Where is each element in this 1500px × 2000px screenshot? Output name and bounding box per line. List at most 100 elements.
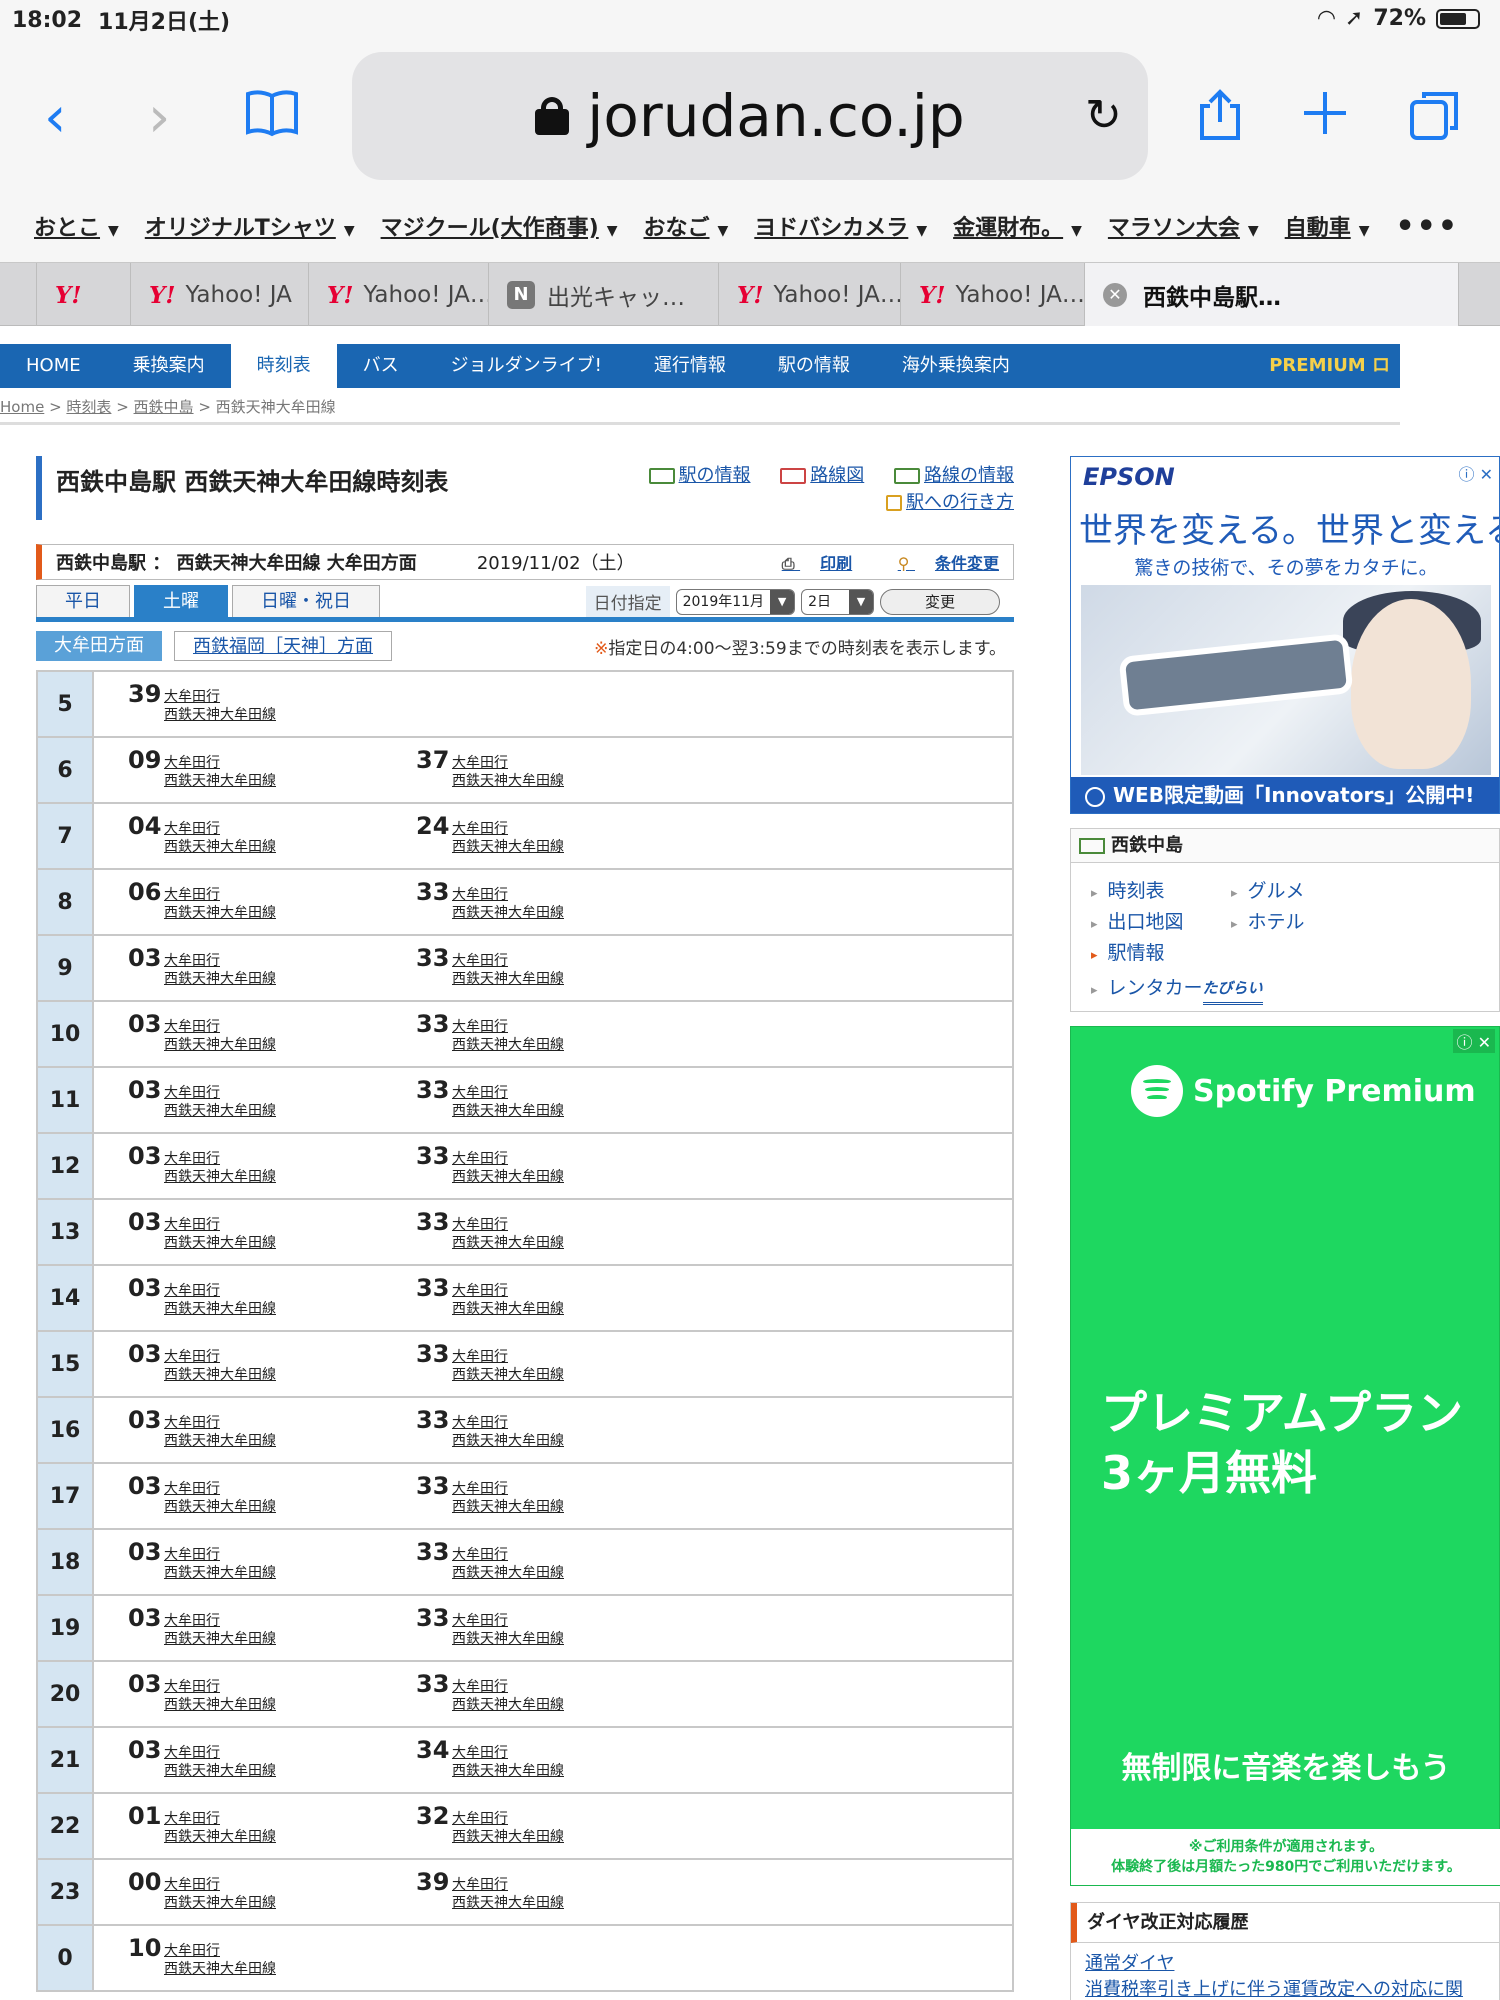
departure-line[interactable]: 西鉄天神大牟田線 — [452, 970, 564, 988]
departure-destination[interactable]: 大牟田行 — [164, 1612, 276, 1630]
departure-line[interactable]: 西鉄天神大牟田線 — [452, 1564, 564, 1582]
ad-info-icon[interactable]: ⓘ ✕ — [1459, 461, 1494, 485]
departure-line[interactable]: 西鉄天神大牟田線 — [452, 1300, 564, 1318]
departure-line[interactable]: 西鉄天神大牟田線 — [164, 1894, 276, 1912]
departure[interactable]: 03 大牟田行 西鉄天神大牟田線 — [94, 1464, 382, 1516]
site-nav-item[interactable]: HOME — [0, 344, 107, 388]
departure-destination[interactable]: 大牟田行 — [164, 952, 276, 970]
bookmarks-book-icon[interactable] — [244, 88, 300, 147]
epson-ad[interactable]: EPSON ⓘ ✕ 世界を変える。世界と変える。 驚きの技術で、その夢をカタチに… — [1070, 456, 1500, 814]
departure[interactable]: 03 大牟田行 西鉄天神大牟田線 — [94, 936, 382, 988]
departure-line[interactable]: 西鉄天神大牟田線 — [164, 1366, 276, 1384]
print-link[interactable]: ⎙ 印刷 — [762, 554, 852, 573]
departure-line[interactable]: 西鉄天神大牟田線 — [452, 1696, 564, 1714]
direction-tab-tenjin[interactable]: 西鉄福岡［天神］方面 — [174, 631, 392, 661]
departure[interactable]: 33 大牟田行 西鉄天神大牟田線 — [382, 1200, 670, 1252]
departure-destination[interactable]: 大牟田行 — [164, 1084, 276, 1102]
departure[interactable]: 03 大牟田行 西鉄天神大牟田線 — [94, 1134, 382, 1186]
departure-line[interactable]: 西鉄天神大牟田線 — [452, 1894, 564, 1912]
access-link[interactable]: 駅への行き方 — [906, 492, 1014, 513]
departure[interactable]: 01 大牟田行 西鉄天神大牟田線 — [94, 1794, 382, 1846]
change-date-button[interactable]: 変更 — [879, 588, 1000, 615]
departure-destination[interactable]: 大牟田行 — [452, 886, 564, 904]
station-info-link[interactable]: 駅の情報 — [679, 465, 751, 486]
departure-line[interactable]: 西鉄天神大牟田線 — [164, 1630, 276, 1648]
route-info-link[interactable]: 路線の情報 — [924, 465, 1014, 486]
departure[interactable]: 39 大牟田行 西鉄天神大牟田線 — [382, 1860, 670, 1912]
departure-destination[interactable]: 大牟田行 — [452, 1414, 564, 1432]
departure-destination[interactable]: 大牟田行 — [164, 886, 276, 904]
departure-line[interactable]: 西鉄天神大牟田線 — [164, 1432, 276, 1450]
site-nav-item[interactable]: 駅の情報 — [752, 344, 876, 388]
departure-line[interactable]: 西鉄天神大牟田線 — [452, 1366, 564, 1384]
departure-line[interactable]: 西鉄天神大牟田線 — [452, 1498, 564, 1516]
back-icon[interactable]: ‹ — [44, 90, 66, 146]
departure-destination[interactable]: 大牟田行 — [452, 1546, 564, 1564]
browser-tab[interactable]: N 出光キャッ… — [489, 263, 719, 327]
station-link-exit-map[interactable]: 出口地図 — [1091, 908, 1231, 939]
day-tab[interactable]: 土曜 — [134, 585, 228, 617]
departure-destination[interactable]: 大牟田行 — [164, 820, 276, 838]
spotify-ad[interactable]: ⓘ ✕ Spotify Premium プレミアムプラン 3ヶ月無料 無制限に音… — [1070, 1026, 1500, 1886]
departure-destination[interactable]: 大牟田行 — [452, 1612, 564, 1630]
departure-destination[interactable]: 大牟田行 — [164, 1282, 276, 1300]
departure-line[interactable]: 西鉄天神大牟田線 — [452, 1234, 564, 1252]
departure[interactable]: 34 大牟田行 西鉄天神大牟田線 — [382, 1728, 670, 1780]
departure-line[interactable]: 西鉄天神大牟田線 — [452, 1828, 564, 1846]
departure-destination[interactable]: 大牟田行 — [452, 754, 564, 772]
departure-destination[interactable]: 大牟田行 — [164, 1876, 276, 1894]
departure[interactable]: 03 大牟田行 西鉄天神大牟田線 — [94, 1002, 382, 1054]
departure[interactable]: 33 大牟田行 西鉄天神大牟田線 — [382, 1464, 670, 1516]
departure[interactable]: 03 大牟田行 西鉄天神大牟田線 — [94, 1530, 382, 1582]
departure-line[interactable]: 西鉄天神大牟田線 — [164, 706, 276, 724]
departure[interactable]: 33 大牟田行 西鉄天神大牟田線 — [382, 1662, 670, 1714]
departure-line[interactable]: 西鉄天神大牟田線 — [452, 1168, 564, 1186]
departure-line[interactable]: 西鉄天神大牟田線 — [164, 1564, 276, 1582]
departure-destination[interactable]: 大牟田行 — [164, 688, 276, 706]
departure[interactable]: 06 大牟田行 西鉄天神大牟田線 — [94, 870, 382, 922]
departure-destination[interactable]: 大牟田行 — [452, 1810, 564, 1828]
departure-destination[interactable]: 大牟田行 — [452, 820, 564, 838]
departure-line[interactable]: 西鉄天神大牟田線 — [452, 838, 564, 856]
forward-icon[interactable]: › — [148, 90, 170, 146]
departure[interactable]: 03 大牟田行 西鉄天神大牟田線 — [94, 1068, 382, 1120]
ad-info-icon[interactable]: ⓘ ✕ — [1452, 1029, 1495, 1053]
reload-icon[interactable]: ↻ — [1085, 90, 1122, 141]
breadcrumb-station[interactable]: 西鉄中島 — [134, 398, 194, 416]
departure[interactable]: 10 大牟田行 西鉄天神大牟田線 — [94, 1926, 382, 1978]
month-select[interactable]: 2019年11月 ▼ — [675, 588, 796, 615]
departure-line[interactable]: 西鉄天神大牟田線 — [164, 1036, 276, 1054]
day-tab[interactable]: 平日 — [36, 585, 130, 617]
departure-line[interactable]: 西鉄天神大牟田線 — [164, 904, 276, 922]
browser-tab[interactable]: Y! Yahoo! JA — [131, 263, 309, 327]
departure[interactable]: 00 大牟田行 西鉄天神大牟田線 — [94, 1860, 382, 1912]
departure-destination[interactable]: 大牟田行 — [164, 1942, 276, 1960]
breadcrumb-home[interactable]: Home — [0, 398, 44, 416]
departure-line[interactable]: 西鉄天神大牟田線 — [452, 904, 564, 922]
departure-line[interactable]: 西鉄天神大牟田線 — [452, 772, 564, 790]
station-link-rentacar[interactable]: レンタカー — [1091, 974, 1203, 1005]
departure-destination[interactable]: 大牟田行 — [164, 1216, 276, 1234]
bookmark-item[interactable]: オリジナルTシャツ ▼ — [145, 210, 355, 242]
departure-line[interactable]: 西鉄天神大牟田線 — [164, 838, 276, 856]
departure[interactable]: 32 大牟田行 西鉄天神大牟田線 — [382, 1794, 670, 1846]
departure[interactable]: 39 大牟田行 西鉄天神大牟田線 — [94, 672, 382, 724]
bookmark-item[interactable]: 金運財布。 ▼ — [953, 210, 1082, 242]
bookmark-item[interactable]: マジクール(大作商事) ▼ — [381, 210, 618, 242]
new-tab-plus-icon[interactable] — [1300, 88, 1350, 147]
departure[interactable]: 33 大牟田行 西鉄天神大牟田線 — [382, 1134, 670, 1186]
departure-destination[interactable]: 大牟田行 — [452, 1282, 564, 1300]
departure-line[interactable]: 西鉄天神大牟田線 — [164, 1300, 276, 1318]
departure[interactable]: 03 大牟田行 西鉄天神大牟田線 — [94, 1728, 382, 1780]
browser-tab[interactable]: Y! Yahoo! JA… — [309, 263, 489, 327]
departure-destination[interactable]: 大牟田行 — [164, 754, 276, 772]
station-link-station-info[interactable]: 駅情報 — [1091, 939, 1231, 970]
departure-destination[interactable]: 大牟田行 — [452, 1876, 564, 1894]
station-link-timetable[interactable]: 時刻表 — [1091, 877, 1231, 908]
departure-line[interactable]: 西鉄天神大牟田線 — [164, 970, 276, 988]
departure[interactable]: 03 大牟田行 西鉄天神大牟田線 — [94, 1332, 382, 1384]
departure-line[interactable]: 西鉄天神大牟田線 — [452, 1036, 564, 1054]
bookmark-item[interactable]: 自動車 ▼ — [1285, 210, 1370, 242]
browser-tab[interactable]: Y! Yahoo! JA… — [901, 263, 1085, 327]
departure[interactable]: 03 大牟田行 西鉄天神大牟田線 — [94, 1398, 382, 1450]
